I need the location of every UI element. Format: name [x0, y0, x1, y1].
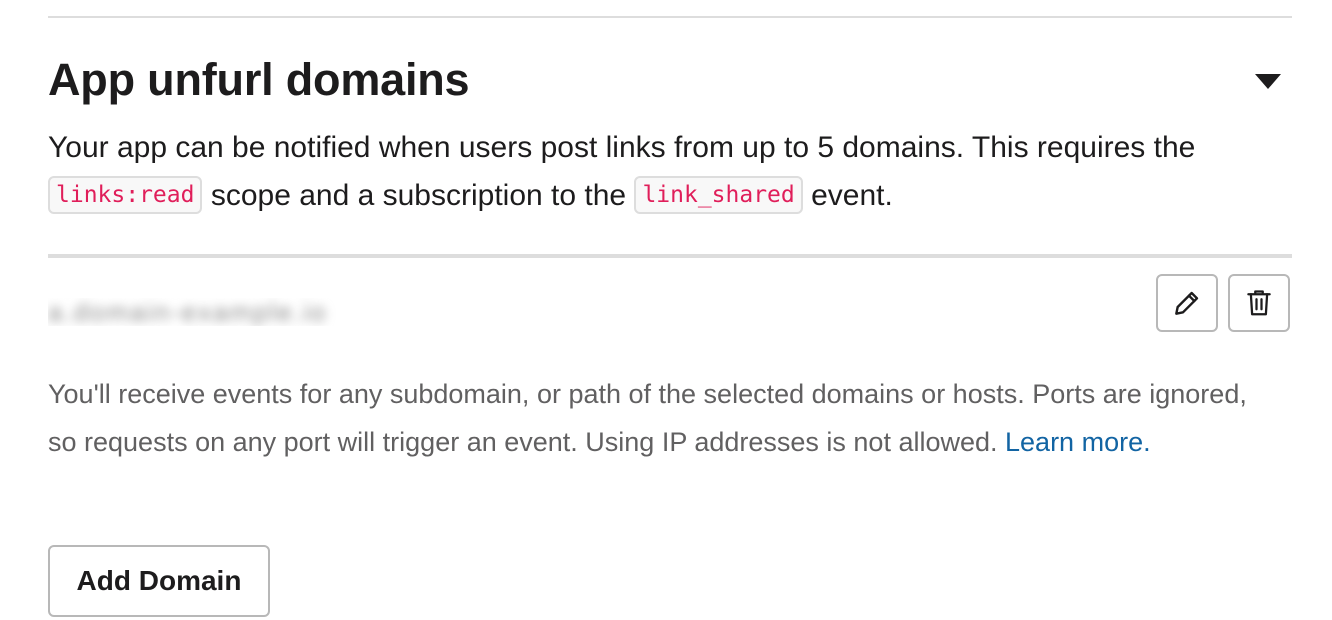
delete-domain-button[interactable]: [1228, 274, 1290, 332]
description-text-3: event.: [802, 179, 893, 212]
edit-domain-button[interactable]: [1156, 274, 1218, 332]
description-text-2: scope and a subscription to the: [202, 179, 635, 212]
scope-code-chip: links:read: [48, 176, 203, 214]
learn-more-link[interactable]: Learn more.: [1005, 427, 1151, 457]
domains-divider: [48, 254, 1292, 258]
domain-row: a.domain-example.io: [48, 274, 1292, 334]
event-code-chip: link_shared: [634, 176, 803, 214]
collapse-toggle[interactable]: [1246, 66, 1290, 96]
caret-down-icon: [1255, 73, 1281, 89]
add-domain-button[interactable]: Add Domain: [48, 545, 270, 617]
section-description: Your app can be notified when users post…: [48, 124, 1292, 220]
description-text-1: Your app can be notified when users post…: [48, 131, 1196, 164]
trash-icon: [1247, 290, 1271, 316]
top-divider: [48, 16, 1292, 18]
section-title: App unfurl domains: [48, 54, 470, 105]
help-text: You'll receive events for any subdomain,…: [48, 370, 1268, 466]
pencil-icon: [1175, 291, 1199, 315]
domain-value-redacted: a.domain-example.io: [48, 298, 344, 326]
domain-value-text: a.domain-example.io: [48, 298, 328, 326]
